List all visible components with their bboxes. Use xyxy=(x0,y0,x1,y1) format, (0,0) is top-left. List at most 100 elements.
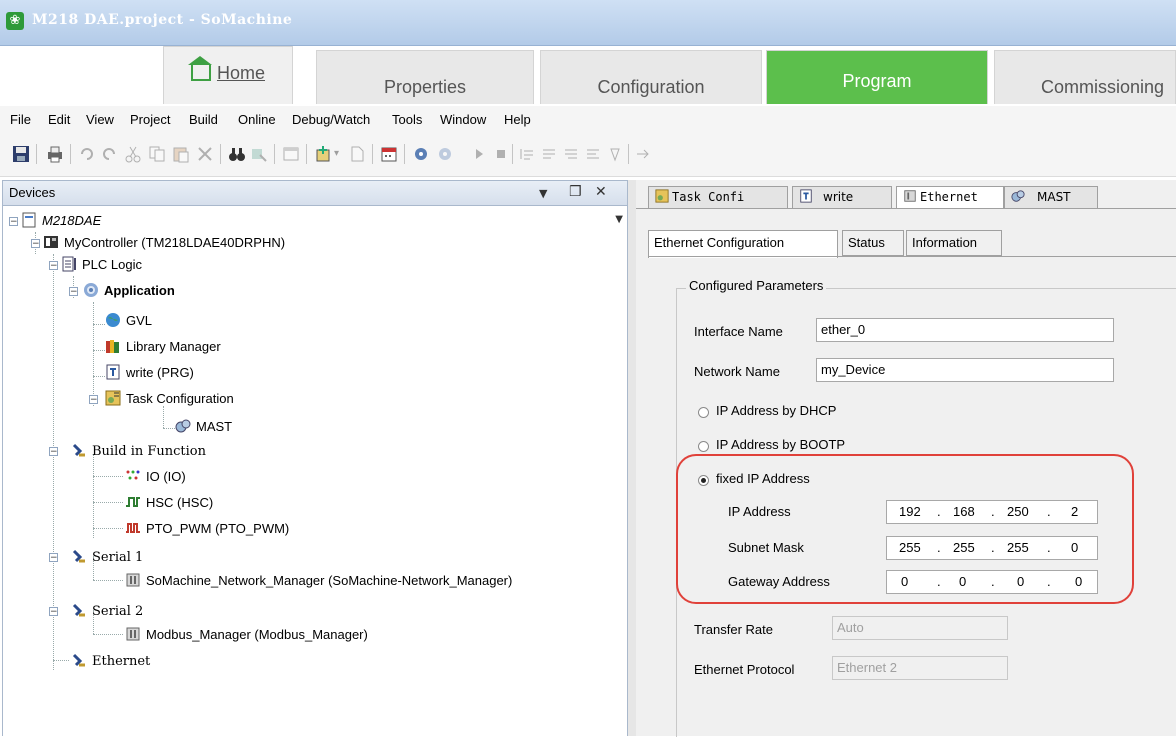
controller-icon xyxy=(44,236,58,248)
dhcp-radio-label: IP Address by DHCP xyxy=(716,403,837,418)
tab-program[interactable]: Program xyxy=(766,50,988,104)
fixed-ip-highlight xyxy=(676,454,1134,604)
tree-node-plc-logic[interactable]: PLC Logic xyxy=(61,254,142,276)
login-gear-icon[interactable] xyxy=(412,145,430,163)
doc-tab-ethernet[interactable]: Ethernet xyxy=(896,186,1004,208)
collapse-toggle[interactable]: − xyxy=(49,553,58,563)
doc-tab-write[interactable]: write xyxy=(792,186,892,208)
add-object-icon[interactable] xyxy=(314,145,332,163)
serial-icon xyxy=(72,549,85,563)
close-icon[interactable]: ✕ xyxy=(595,184,607,200)
tree-node-controller[interactable]: MyController (TM218LDAE40DRPHN) xyxy=(43,232,285,254)
doc-tab-task-config[interactable]: Task Confi xyxy=(648,186,788,208)
interface-name-field[interactable]: ether_0 xyxy=(816,318,1114,342)
tree-node-ethernet[interactable]: Ethernet xyxy=(71,650,150,672)
tree-node-pto-pwm[interactable]: PTO_PWM (PTO_PWM) xyxy=(125,518,289,540)
window-icon[interactable] xyxy=(282,145,300,163)
panel-splitter[interactable] xyxy=(628,180,636,736)
tree-node-write-prg[interactable]: write (PRG) xyxy=(105,362,194,384)
dhcp-radio[interactable] xyxy=(698,407,709,418)
collapse-toggle[interactable]: − xyxy=(49,607,58,617)
collapse-toggle[interactable]: − xyxy=(31,239,40,249)
ethernet-icon xyxy=(72,653,85,667)
replace-icon[interactable] xyxy=(250,145,268,163)
doc-tab-mast[interactable]: MAST xyxy=(1004,186,1098,208)
tree-node-modbus-manager[interactable]: Modbus_Manager (Modbus_Manager) xyxy=(125,624,368,646)
tab-home[interactable]: Home xyxy=(163,46,293,104)
menu-build[interactable]: Build xyxy=(189,112,218,127)
tree-node-io[interactable]: IO (IO) xyxy=(125,466,186,488)
tree-node-task-configuration[interactable]: Task Configuration xyxy=(105,388,234,410)
new-document-icon[interactable] xyxy=(348,145,366,163)
run-icon[interactable] xyxy=(470,145,488,163)
tree-node-serial-1[interactable]: Serial 1 xyxy=(71,546,143,568)
tree-node-gvl[interactable]: GVL xyxy=(105,310,152,332)
subtab-status[interactable]: Status xyxy=(842,230,904,256)
menu-window[interactable]: Window xyxy=(440,112,486,127)
tree-node-build-in-function[interactable]: Build in Function xyxy=(71,440,206,462)
undo-icon[interactable] xyxy=(78,145,96,163)
save-icon[interactable] xyxy=(12,145,30,163)
logout-gear-icon[interactable] xyxy=(436,145,454,163)
panel-menu-icon[interactable]: ▼ xyxy=(539,187,547,200)
collapse-toggle[interactable]: − xyxy=(89,395,98,405)
tree-label: Serial 1 xyxy=(92,550,144,565)
tab-program-label: Program xyxy=(842,71,912,91)
collapse-toggle[interactable]: − xyxy=(49,261,58,271)
step-over-icon[interactable] xyxy=(518,145,536,163)
collapse-toggle[interactable]: − xyxy=(9,217,18,227)
arrow-right-icon[interactable] xyxy=(634,145,652,163)
tab-commissioning[interactable]: Commissioning xyxy=(994,50,1176,104)
copy-icon[interactable] xyxy=(148,145,166,163)
pin-icon[interactable]: ❒ xyxy=(569,184,582,200)
tab-commissioning-label: Commissioning xyxy=(1041,77,1165,97)
collapse-toggle[interactable]: − xyxy=(49,447,58,457)
menu-tools[interactable]: Tools xyxy=(392,112,422,127)
menu-help[interactable]: Help xyxy=(504,112,531,127)
tree-node-library-manager[interactable]: Library Manager xyxy=(105,336,221,358)
menu-online[interactable]: Online xyxy=(238,112,276,127)
print-icon[interactable] xyxy=(46,145,64,163)
tree-node-application[interactable]: Application xyxy=(83,280,175,302)
tree-label: Library Manager xyxy=(126,339,221,354)
tab-properties[interactable]: Properties xyxy=(316,50,534,104)
tab-home-label: Home xyxy=(216,63,265,83)
tree-label: MyController (TM218LDAE40DRPHN) xyxy=(64,235,286,250)
bootp-radio[interactable] xyxy=(698,441,709,452)
menu-project[interactable]: Project xyxy=(130,112,170,127)
find-binoculars-icon[interactable] xyxy=(228,145,246,163)
ethernet-protocol-field: Ethernet 2 xyxy=(832,656,1008,680)
paste-icon[interactable] xyxy=(172,145,190,163)
stop-icon[interactable] xyxy=(492,145,510,163)
step-into-icon[interactable] xyxy=(540,145,558,163)
tree-node-hsc[interactable]: HSC (HSC) xyxy=(125,492,213,514)
menu-debug-watch[interactable]: Debug/Watch xyxy=(292,112,370,127)
doc-tab-label: write xyxy=(823,190,854,204)
tree-node-project[interactable]: M218DAE xyxy=(21,210,101,232)
tab-configuration[interactable]: Configuration xyxy=(540,50,762,104)
menu-edit[interactable]: Edit xyxy=(48,112,70,127)
tree-label: Serial 2 xyxy=(92,604,144,619)
globe-icon xyxy=(106,313,120,327)
cut-icon[interactable] xyxy=(124,145,142,163)
tree-node-mast[interactable]: MAST xyxy=(175,416,232,438)
step-out-icon[interactable] xyxy=(562,145,580,163)
task-icon xyxy=(175,419,191,433)
doc-tab-label: Ethernet xyxy=(920,190,978,204)
tree-node-network-manager[interactable]: SoMachine_Network_Manager (SoMachine-Net… xyxy=(125,570,512,592)
collapse-toggle[interactable]: − xyxy=(69,287,78,297)
delete-icon[interactable] xyxy=(196,145,214,163)
tree-node-serial-2[interactable]: Serial 2 xyxy=(71,600,143,622)
subtab-information[interactable]: Information xyxy=(906,230,1002,256)
redo-icon[interactable] xyxy=(100,145,118,163)
menu-view[interactable]: View xyxy=(86,112,114,127)
network-name-field[interactable]: my_Device xyxy=(816,358,1114,382)
tree-label: Application xyxy=(104,283,175,298)
network-manager-icon xyxy=(126,627,140,641)
tree-dropdown-icon[interactable]: ▼ xyxy=(615,214,623,225)
run-to-cursor-icon[interactable] xyxy=(584,145,602,163)
subtab-ethernet-configuration[interactable]: Ethernet Configuration xyxy=(648,230,838,258)
breakpoint-icon[interactable] xyxy=(606,145,624,163)
menu-file[interactable]: File xyxy=(10,112,31,127)
calendar-icon[interactable] xyxy=(380,145,398,163)
